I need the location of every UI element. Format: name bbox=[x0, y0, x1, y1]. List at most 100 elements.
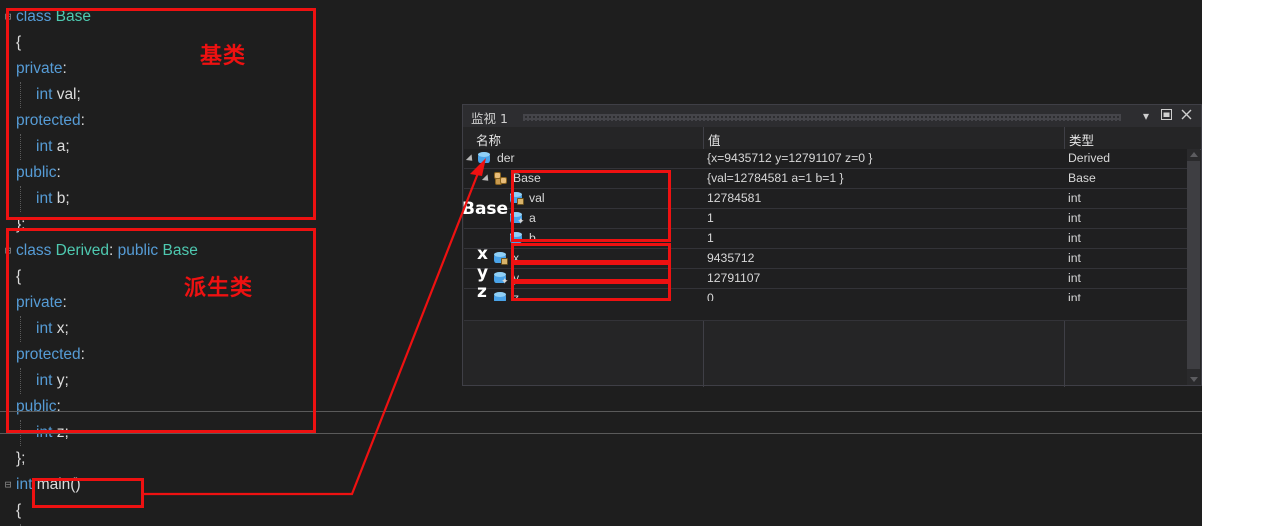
code-token: public bbox=[16, 398, 57, 415]
watch-row-value[interactable]: 12784581 bbox=[707, 191, 761, 205]
editor-divider-1 bbox=[0, 411, 1202, 412]
restore-window-icon[interactable] bbox=[1157, 107, 1175, 125]
field-public-icon bbox=[478, 152, 492, 165]
code-line[interactable]: { bbox=[16, 30, 21, 56]
code-line[interactable]: class Derived: public Base bbox=[16, 238, 198, 264]
watch-row-name[interactable]: der bbox=[497, 151, 515, 165]
watch-row-type: Derived bbox=[1068, 151, 1110, 165]
code-token: : bbox=[80, 346, 85, 363]
watch-row-value[interactable]: 1 bbox=[707, 211, 714, 225]
scroll-up-arrow-icon[interactable] bbox=[1190, 152, 1198, 157]
watch-row-value[interactable]: 9435712 bbox=[707, 251, 754, 265]
code-token: () bbox=[70, 476, 81, 493]
watch-window[interactable]: 监视 1 ▾ 名称 值 类型 der{x=9435712 y=12791107 bbox=[462, 104, 1202, 387]
editor-divider-2 bbox=[0, 433, 1202, 434]
indent-guide bbox=[20, 186, 21, 212]
watch-row[interactable]: ✦ a 1 int bbox=[464, 209, 1189, 229]
watch-row-name[interactable]: a bbox=[529, 211, 536, 225]
watch-row-value[interactable]: {val=12784581 a=1 b=1 } bbox=[707, 171, 844, 185]
watch-column-headers: 名称 值 类型 bbox=[464, 127, 1201, 150]
column-header-name[interactable]: 名称 bbox=[476, 130, 501, 149]
chevron-down-icon[interactable]: ▾ bbox=[1137, 107, 1155, 125]
code-token: ; bbox=[65, 190, 70, 207]
fold-toggle-icon[interactable]: ⊟ bbox=[2, 4, 14, 30]
code-token: int bbox=[36, 320, 57, 337]
fold-toggle-icon[interactable]: ⊟ bbox=[2, 238, 14, 264]
watch-titlebar[interactable]: 监视 1 ▾ bbox=[463, 105, 1201, 127]
code-token: : bbox=[109, 242, 118, 259]
watch-row-type: int bbox=[1068, 211, 1081, 225]
code-line[interactable]: private: bbox=[16, 290, 67, 316]
code-token: private bbox=[16, 60, 63, 77]
watch-row-name[interactable]: y bbox=[513, 271, 519, 285]
screenshot-root: ⊟ class Base{private: int val; protected: in… bbox=[0, 0, 1264, 526]
code-token: ; bbox=[64, 372, 69, 389]
watch-vertical-scrollbar[interactable] bbox=[1187, 149, 1200, 385]
code-token: protected bbox=[16, 112, 81, 129]
watch-new-expression-row[interactable] bbox=[464, 301, 1189, 321]
watch-row[interactable]: der {x=9435712 y=12791107 z=0 } Derived bbox=[464, 149, 1189, 169]
indent-guide bbox=[20, 368, 21, 394]
column-header-type[interactable]: 类型 bbox=[1069, 130, 1094, 149]
code-line[interactable]: protected: bbox=[16, 342, 85, 368]
indent-guide bbox=[20, 82, 21, 108]
code-line[interactable]: int b; bbox=[36, 186, 70, 212]
watch-row-value[interactable]: 12791107 bbox=[707, 271, 760, 285]
fold-toggle-icon[interactable]: ⊟ bbox=[2, 472, 14, 498]
watch-row-value[interactable]: {x=9435712 y=12791107 z=0 } bbox=[707, 151, 872, 165]
watch-row-type: Base bbox=[1068, 171, 1096, 185]
code-line[interactable]: int val; bbox=[36, 82, 81, 108]
field-private-icon bbox=[494, 252, 508, 265]
code-token: int bbox=[36, 190, 57, 207]
code-token: : bbox=[56, 398, 61, 415]
expander-triangle-icon[interactable] bbox=[481, 174, 492, 184]
code-token: }; bbox=[16, 216, 26, 233]
watch-title: 监视 1 bbox=[471, 111, 508, 126]
watch-row-name[interactable]: b bbox=[529, 231, 536, 245]
code-token: ; bbox=[76, 86, 81, 103]
code-line[interactable]: int x; bbox=[36, 316, 69, 342]
code-token: Base bbox=[162, 242, 198, 259]
code-line[interactable]: private: bbox=[16, 56, 67, 82]
watch-row[interactable]: b 1 int bbox=[464, 229, 1189, 249]
code-line[interactable]: int a; bbox=[36, 134, 70, 160]
watch-rows[interactable]: der {x=9435712 y=12791107 z=0 } Derived Bas… bbox=[464, 149, 1189, 309]
code-line[interactable]: int y; bbox=[36, 368, 69, 394]
base-class-icon bbox=[494, 172, 509, 185]
indent-guide bbox=[20, 316, 21, 342]
annotation-label-derived-class: 派生类 bbox=[184, 276, 254, 301]
close-icon[interactable] bbox=[1177, 107, 1195, 125]
annotation-label-base-class: 基类 bbox=[200, 44, 247, 69]
code-line[interactable]: int main() bbox=[16, 472, 81, 498]
expander-triangle-icon[interactable] bbox=[465, 154, 476, 164]
watch-row[interactable]: ✦ y 12791107 int bbox=[464, 269, 1189, 289]
code-token: { bbox=[16, 268, 22, 285]
annotation-label-z: z bbox=[477, 282, 487, 302]
field-private-icon bbox=[510, 192, 524, 205]
code-line[interactable]: { bbox=[16, 498, 21, 524]
code-token: { bbox=[16, 34, 22, 51]
code-token: public bbox=[117, 242, 163, 259]
code-line[interactable]: protected: bbox=[16, 108, 85, 134]
annotation-label-base: Base bbox=[462, 199, 509, 219]
code-line[interactable]: class Base bbox=[16, 4, 91, 30]
code-line[interactable]: public: bbox=[16, 160, 61, 186]
field-protected-icon: ✦ bbox=[494, 272, 509, 286]
watch-row-name[interactable]: Base bbox=[513, 171, 541, 185]
code-line[interactable]: public: bbox=[16, 394, 61, 420]
code-line[interactable]: }; bbox=[16, 212, 25, 238]
watch-row[interactable]: x 9435712 int bbox=[464, 249, 1189, 269]
watch-row-name[interactable]: val bbox=[529, 191, 545, 205]
watch-row[interactable]: val 12784581 int bbox=[464, 189, 1189, 209]
drag-grip[interactable] bbox=[523, 114, 1121, 121]
code-token: : bbox=[56, 164, 61, 181]
code-line[interactable]: { bbox=[16, 264, 21, 290]
watch-row-type: int bbox=[1068, 271, 1081, 285]
watch-row-value[interactable]: 1 bbox=[707, 231, 714, 245]
code-line[interactable]: }; bbox=[16, 446, 25, 472]
scroll-down-arrow-icon[interactable] bbox=[1190, 377, 1198, 382]
column-header-value[interactable]: 值 bbox=[708, 130, 721, 149]
watch-row-name[interactable]: x bbox=[513, 251, 519, 265]
watch-row[interactable]: Base {val=12784581 a=1 b=1 } Base bbox=[464, 169, 1189, 189]
scrollbar-thumb[interactable] bbox=[1187, 161, 1200, 369]
